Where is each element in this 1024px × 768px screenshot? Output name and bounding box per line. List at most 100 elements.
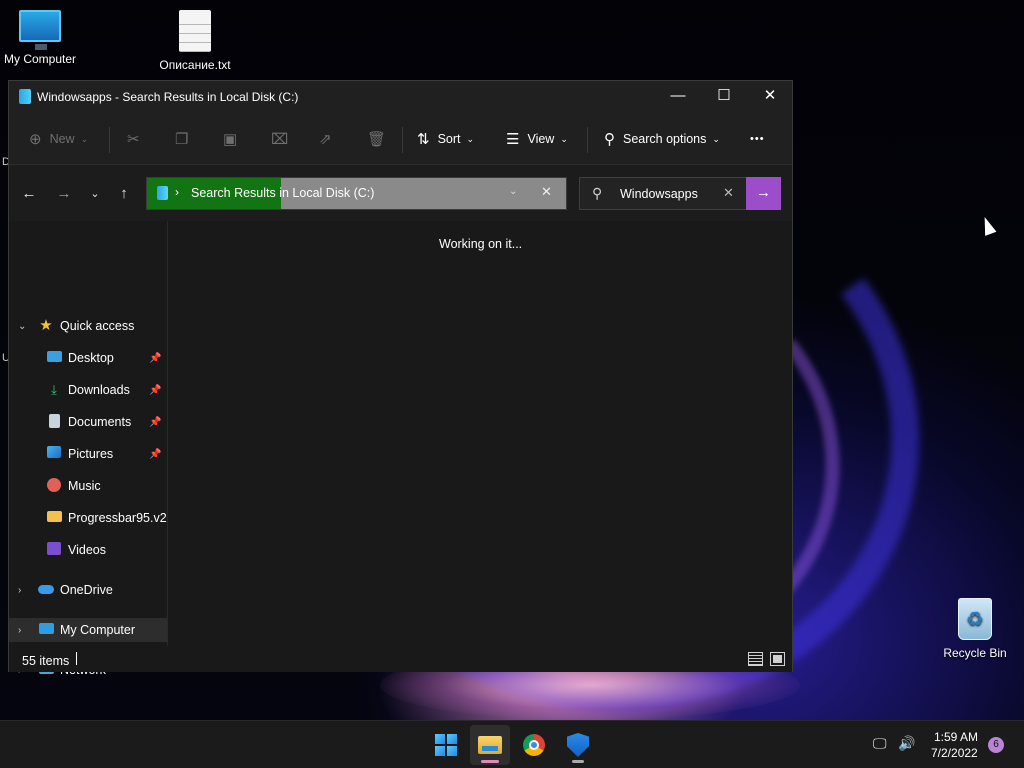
toolbar-divider <box>402 127 403 153</box>
sidebar-item-onedrive[interactable]: › OneDrive <box>9 578 167 602</box>
trash-icon: 🗑 <box>367 131 387 148</box>
windows-logo-icon <box>435 734 457 756</box>
clock-time[interactable]: 1:59 AM <box>934 730 978 744</box>
search-box[interactable]: ⚲ Windowsapps ✕ → <box>579 177 781 210</box>
taskbar-file-explorer[interactable] <box>470 725 510 765</box>
chevron-down-icon: ⌄ <box>18 320 27 332</box>
music-icon <box>46 478 62 494</box>
desktop-icon-description-txt[interactable]: Описание.txt <box>155 10 235 72</box>
search-status-message: Working on it... <box>439 237 523 251</box>
taskbar: 🖵 🔊 1:59 AM 7/2/2022 6 <box>0 720 1024 768</box>
clear-search-icon[interactable]: ✕ <box>723 185 734 201</box>
desktop-icon-my-computer[interactable]: My Computer <box>0 10 80 66</box>
toolbar-divider <box>587 127 588 153</box>
download-arrow-icon: ⤓ <box>51 382 57 397</box>
notification-badge[interactable]: 6 <box>988 737 1004 753</box>
pin-icon[interactable]: 📌 <box>149 353 161 364</box>
pane-divider[interactable] <box>167 221 168 646</box>
view-button[interactable]: ☰ View ⌄ <box>506 125 568 153</box>
sidebar-item-label: Documents <box>68 415 132 429</box>
search-go-button[interactable]: → <box>746 177 781 210</box>
folder-icon <box>46 510 62 526</box>
chevron-down-icon: ⌄ <box>712 133 720 144</box>
desktop-folder-icon <box>46 350 62 366</box>
sidebar-item-desktop[interactable]: Desktop 📌 <box>9 346 167 370</box>
picture-icon <box>46 446 62 462</box>
network-tray-icon[interactable]: 🖵 <box>873 735 887 752</box>
rename-icon: ⌧ <box>271 131 289 148</box>
details-view-icon[interactable] <box>748 652 763 666</box>
back-button[interactable]: ← <box>18 183 40 205</box>
scissors-icon: ✂ <box>127 131 140 148</box>
paste-button[interactable]: ▣ <box>223 125 245 153</box>
sidebar-item-videos[interactable]: Videos <box>9 538 167 562</box>
sidebar-item-downloads[interactable]: ⤓ Downloads 📌 <box>9 378 167 402</box>
search-results-pane[interactable]: Working on it... <box>169 221 792 646</box>
sort-button[interactable]: ⇅ Sort ⌄ <box>417 125 474 153</box>
monitor-icon <box>19 10 61 50</box>
sidebar-item-pictures[interactable]: Pictures 📌 <box>9 442 167 466</box>
breadcrumb-path[interactable]: Search Results in Local Disk (C:) <box>191 186 374 200</box>
sidebar-item-progressbar95[interactable]: Progressbar95.v22. <box>9 506 167 530</box>
up-button[interactable]: ↑ <box>113 183 135 205</box>
new-button[interactable]: ⊕ New ⌄ <box>29 125 88 153</box>
taskbar-defender[interactable] <box>558 725 598 765</box>
cloud-icon <box>38 582 54 598</box>
document-icon <box>46 414 62 430</box>
sidebar-item-quick-access[interactable]: ⌄ ★ Quick access <box>9 314 167 338</box>
maximize-button[interactable]: ☐ <box>701 81 747 113</box>
share-button[interactable]: ⇗ <box>319 125 340 153</box>
delete-button[interactable]: 🗑 <box>367 125 394 153</box>
clipboard-icon: ▣ <box>223 131 238 148</box>
taskbar-chrome[interactable] <box>514 725 554 765</box>
stop-search-close-icon[interactable]: ✕ <box>541 184 552 200</box>
sort-label: Sort <box>437 132 461 146</box>
copy-icon: ❐ <box>175 131 189 148</box>
volume-icon[interactable]: 🔊 <box>898 735 915 752</box>
more-options-button[interactable]: ••• <box>750 125 765 153</box>
title-bar[interactable]: Windowsapps - Search Results in Local Di… <box>9 81 792 113</box>
recycle-bin-icon: ♻ <box>958 598 992 640</box>
chevron-right-icon: › <box>18 624 22 636</box>
forward-button[interactable]: → <box>53 183 75 205</box>
address-bar[interactable]: › Search Results in Local Disk (C:) ⌄ ✕ <box>146 177 567 210</box>
star-icon: ★ <box>39 317 53 334</box>
computer-icon <box>38 622 54 638</box>
desktop-icon-recycle-bin[interactable]: ♻ Recycle Bin <box>935 598 1015 660</box>
sidebar-item-documents[interactable]: Documents 📌 <box>9 410 167 434</box>
video-icon <box>46 542 62 558</box>
plus-circle-icon: ⊕ <box>29 131 42 148</box>
rename-button[interactable]: ⌧ <box>271 125 296 153</box>
pin-icon[interactable]: 📌 <box>149 449 161 460</box>
pin-icon[interactable]: 📌 <box>149 385 161 396</box>
navigation-bar: ← → ⌄ ↑ › Search Results in Local Disk (… <box>9 165 792 221</box>
desktop-icon-label: My Computer <box>3 52 77 66</box>
search-options-button[interactable]: ⚲ Search options ⌄ <box>604 125 720 153</box>
address-history-chevron-icon[interactable]: ⌄ <box>509 186 517 197</box>
active-app-indicator <box>481 760 499 763</box>
chevron-down-icon: ⌄ <box>80 133 89 144</box>
sidebar-item-label: Downloads <box>68 383 130 397</box>
search-input[interactable]: Windowsapps <box>620 187 698 201</box>
pin-icon[interactable]: 📌 <box>149 417 161 428</box>
recent-locations-button[interactable]: ⌄ <box>84 183 106 205</box>
file-explorer-window: Windowsapps - Search Results in Local Di… <box>8 80 793 677</box>
minimize-button[interactable]: — <box>655 81 701 113</box>
cut-button[interactable]: ✂ <box>127 125 148 153</box>
running-app-indicator <box>572 760 584 763</box>
share-icon: ⇗ <box>319 131 332 148</box>
arrow-up-icon: ↑ <box>120 185 128 202</box>
sidebar-item-label: Music <box>68 479 101 493</box>
arrow-left-icon: ← <box>21 185 37 202</box>
close-button[interactable]: ✕ <box>747 81 793 113</box>
copy-button[interactable]: ❐ <box>175 125 196 153</box>
clock-date[interactable]: 7/2/2022 <box>931 746 978 760</box>
sidebar-item-music[interactable]: Music <box>9 474 167 498</box>
toolbar-divider <box>109 127 110 153</box>
navigation-pane: ⌄ ★ Quick access Desktop 📌 ⤓ Downloads 📌… <box>9 221 167 677</box>
view-label: View <box>527 132 555 146</box>
tiles-view-icon[interactable] <box>770 652 785 666</box>
sidebar-item-my-computer[interactable]: › My Computer <box>9 618 167 642</box>
breadcrumb-separator: › <box>175 185 179 199</box>
start-button[interactable] <box>426 725 466 765</box>
